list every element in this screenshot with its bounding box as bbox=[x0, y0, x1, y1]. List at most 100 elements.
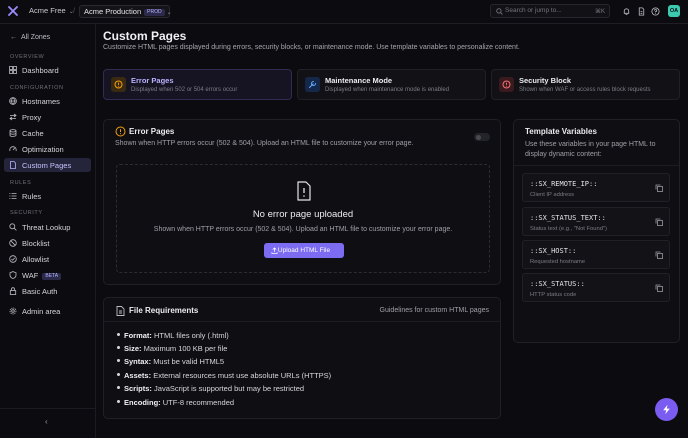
back-to-zones-link[interactable]: ← All Zones bbox=[10, 34, 50, 41]
search-icon bbox=[9, 223, 17, 231]
sidebar-item-threat-lookup[interactable]: Threat Lookup bbox=[4, 220, 91, 234]
sidebar-item-optimization[interactable]: Optimization bbox=[4, 142, 91, 156]
upload-icon bbox=[271, 247, 278, 254]
requirement-item: Syntax: Must be valid HTML5 bbox=[117, 357, 224, 366]
sidebar-item-allowlist[interactable]: Allowlist bbox=[4, 252, 91, 266]
template-variables-title: Template Variables bbox=[525, 127, 597, 136]
section-label-security: SECURITY bbox=[10, 210, 43, 216]
gauge-icon bbox=[9, 146, 17, 152]
sidebar-item-waf[interactable]: WAF BETA bbox=[4, 268, 91, 282]
empty-state-desc: Shown when HTTP errors occur (502 & 504)… bbox=[153, 226, 453, 233]
type-card-maintenance-mode[interactable]: Maintenance Mode Displayed when maintena… bbox=[297, 69, 486, 100]
divider bbox=[514, 165, 679, 166]
divider bbox=[104, 321, 500, 322]
sidebar-item-label: Threat Lookup bbox=[22, 223, 71, 232]
upload-dropzone[interactable]: No error page uploaded Shown when HTTP e… bbox=[116, 164, 490, 273]
zone-selector[interactable]: Acme Production PROD ⌄ bbox=[79, 5, 172, 18]
list-icon bbox=[9, 193, 17, 199]
variable-desc: Requested hostname bbox=[530, 259, 586, 265]
sidebar-item-label: Dashboard bbox=[22, 66, 59, 75]
error-pages-toggle[interactable] bbox=[474, 133, 490, 141]
error-pages-panel: Error Pages Shown when HTTP errors occur… bbox=[103, 119, 501, 285]
lightning-icon bbox=[663, 404, 670, 415]
copy-icon[interactable] bbox=[655, 218, 663, 226]
database-icon bbox=[9, 129, 17, 137]
search-icon bbox=[496, 8, 503, 15]
error-pages-title: Error Pages bbox=[129, 127, 175, 136]
logo-icon[interactable] bbox=[8, 6, 18, 16]
quick-actions-button[interactable] bbox=[655, 398, 678, 421]
variable-desc: HTTP status code bbox=[530, 292, 577, 298]
sidebar-item-basic-auth[interactable]: Basic Auth bbox=[4, 284, 91, 298]
sidebar-item-custom-pages[interactable]: Custom Pages bbox=[4, 158, 91, 172]
shield-alert-icon bbox=[499, 77, 514, 92]
sidebar-collapse-button[interactable]: ‹ bbox=[0, 408, 96, 438]
sidebar-item-admin-area[interactable]: Admin area bbox=[4, 304, 91, 318]
back-label: All Zones bbox=[21, 34, 51, 41]
sidebar-item-blocklist[interactable]: Blocklist bbox=[4, 236, 91, 250]
type-card-title: Security Block bbox=[519, 76, 572, 85]
type-card-desc: Shown when WAF or access rules block req… bbox=[519, 87, 651, 93]
copy-icon[interactable] bbox=[655, 251, 663, 259]
type-card-title: Maintenance Mode bbox=[325, 76, 393, 85]
search-input[interactable]: Search or jump to... ⌘K bbox=[490, 4, 610, 18]
document-icon bbox=[116, 306, 125, 316]
dashboard-icon bbox=[9, 66, 17, 74]
sidebar-item-label: Allowlist bbox=[22, 255, 50, 264]
wrench-icon bbox=[305, 77, 320, 92]
chevron-left-icon: ‹ bbox=[45, 417, 48, 426]
file-requirements-subtitle: Guidelines for custom HTML pages bbox=[379, 307, 489, 314]
requirement-item: Format: HTML files only (.html) bbox=[117, 331, 229, 340]
alert-circle-icon bbox=[115, 126, 126, 137]
template-variable-item: ::SX_HOST:: Requested hostname bbox=[522, 240, 670, 269]
variable-name: ::SX_STATUS:: bbox=[530, 280, 585, 288]
error-pages-desc: Shown when HTTP errors occur (502 & 504)… bbox=[115, 140, 414, 147]
sidebar-item-label: Optimization bbox=[22, 145, 64, 154]
type-card-error-pages[interactable]: Error Pages Displayed when 502 or 504 er… bbox=[103, 69, 292, 100]
copy-icon[interactable] bbox=[655, 184, 663, 192]
sidebar-item-label: Admin area bbox=[22, 307, 61, 316]
document-icon[interactable] bbox=[637, 7, 646, 16]
type-card-desc: Displayed when maintenance mode is enabl… bbox=[325, 87, 450, 93]
lock-icon bbox=[9, 287, 17, 295]
empty-state-title: No error page uploaded bbox=[252, 209, 354, 220]
beta-badge: BETA bbox=[42, 273, 62, 280]
globe-icon bbox=[9, 97, 17, 105]
check-circle-icon bbox=[9, 255, 17, 263]
sidebar-item-label: Custom Pages bbox=[22, 161, 72, 170]
bell-icon[interactable] bbox=[622, 7, 631, 16]
shield-icon bbox=[9, 271, 17, 279]
sidebar-item-label: Proxy bbox=[22, 113, 42, 122]
arrow-left-icon: ← bbox=[10, 34, 17, 41]
sidebar-item-label: Cache bbox=[22, 129, 44, 138]
requirement-item: Assets: External resources must use abso… bbox=[117, 371, 331, 380]
variable-name: ::SX_REMOTE_IP:: bbox=[530, 180, 598, 188]
help-icon[interactable] bbox=[651, 7, 660, 16]
template-variable-item: ::SX_REMOTE_IP:: Client IP address bbox=[522, 173, 670, 202]
requirement-item: Size: Maximum 100 KB per file bbox=[117, 344, 227, 353]
sidebar-item-label: WAF bbox=[22, 271, 39, 280]
sidebar-item-dashboard[interactable]: Dashboard bbox=[4, 63, 91, 77]
requirement-item: Scripts: JavaScript is supported but may… bbox=[117, 384, 304, 393]
sidebar-item-hostnames[interactable]: Hostnames bbox=[4, 94, 91, 108]
upload-html-button[interactable]: Upload HTML File bbox=[264, 243, 344, 258]
search-placeholder: Search or jump to... bbox=[505, 7, 562, 14]
avatar[interactable]: OA bbox=[668, 5, 680, 17]
template-variable-item: ::SX_STATUS_TEXT:: Status text (e.g., "N… bbox=[522, 207, 670, 236]
variable-name: ::SX_STATUS_TEXT:: bbox=[530, 214, 606, 222]
variable-name: ::SX_HOST:: bbox=[530, 247, 577, 255]
variable-desc: Client IP address bbox=[530, 192, 575, 198]
type-card-security-block[interactable]: Security Block Shown when WAF or access … bbox=[491, 69, 680, 100]
section-label-configuration: CONFIGURATION bbox=[10, 85, 64, 91]
sidebar-item-proxy[interactable]: Proxy bbox=[4, 110, 91, 124]
sidebar-item-label: Basic Auth bbox=[22, 287, 58, 296]
sidebar-item-label: Hostnames bbox=[22, 97, 60, 106]
file-icon bbox=[10, 161, 16, 169]
page-subtitle: Customize HTML pages displayed during er… bbox=[103, 44, 520, 51]
account-switcher[interactable]: Acme Free ⌄ bbox=[29, 6, 74, 15]
sidebar-item-rules[interactable]: Rules bbox=[4, 189, 91, 203]
chevron-down-icon: ⌄ bbox=[166, 10, 172, 16]
sidebar-item-cache[interactable]: Cache bbox=[4, 126, 91, 140]
zone-env-badge: PROD bbox=[144, 9, 165, 16]
copy-icon[interactable] bbox=[655, 284, 663, 292]
